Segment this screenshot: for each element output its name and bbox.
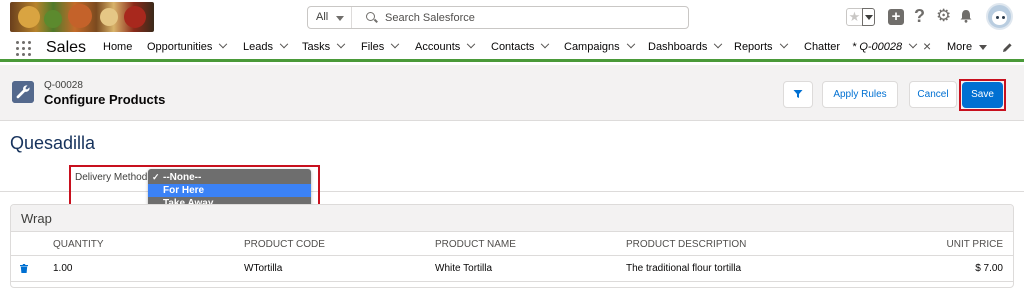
search-input[interactable] [385,7,675,28]
dropdown-option-none[interactable]: ✓ --None-- [148,171,311,184]
chevron-down-icon[interactable] [279,39,289,49]
chevron-down-icon[interactable] [219,39,228,49]
nav-item-contacts[interactable]: Contacts [491,35,550,59]
product-title: Quesadilla [10,133,96,153]
divider [11,281,1013,282]
avatar[interactable] [986,3,1013,30]
help-icon[interactable]: ? [914,6,925,27]
bell-icon[interactable] [959,9,973,23]
cell-product-name: White Tortilla [435,263,493,274]
page-title: Configure Products [44,92,166,107]
nav-more-menu[interactable]: More [947,35,988,59]
column-header-quantity[interactable]: QUANTITY [53,239,104,250]
save-button[interactable]: Save [962,82,1003,108]
nav-item-leads[interactable]: Leads [243,35,289,59]
search-scope-label: All [316,11,329,23]
app-nav-bar: Sales Home Opportunities Leads Tasks Fil… [0,35,1024,62]
nav-item-dashboards[interactable]: Dashboards [648,35,723,59]
cell-quantity[interactable]: 1.00 [53,263,72,274]
global-search: All [307,6,689,29]
nav-item-campaigns[interactable]: Campaigns [564,35,635,59]
app-name: Sales [46,39,87,56]
chevron-down-icon [979,44,988,50]
chevron-down-icon[interactable] [626,39,635,49]
dropdown-option-for-here[interactable]: For Here [148,184,311,197]
app-launcher-icon[interactable] [16,41,31,56]
tab-q-00028[interactable]: * Q-00028 [852,35,918,59]
cell-product-description: The traditional flour tortilla [626,263,742,274]
trash-icon[interactable] [20,264,28,273]
nav-item-reports[interactable]: Reports [734,35,788,59]
chevron-down-icon[interactable] [779,39,788,49]
favorite-star-icon[interactable]: ★ [846,8,863,26]
delivery-method-label: Delivery Method [75,172,148,183]
wrench-icon [12,81,34,103]
column-header-product-code[interactable]: PRODUCT CODE [244,239,325,250]
favorites-list-button[interactable] [862,8,875,26]
column-header-unit-price[interactable]: UNIT PRICE [947,239,1004,250]
filter-icon [793,90,803,99]
column-header-product-name[interactable]: PRODUCT NAME [435,239,516,250]
wrap-card: Wrap QUANTITY PRODUCT CODE PRODUCT NAME … [10,204,1014,288]
global-actions-plus-icon[interactable]: + [888,9,904,25]
record-id: Q-00028 [44,80,83,91]
cell-unit-price: $ 7.00 [975,263,1003,274]
divider [11,255,1013,256]
nav-item-accounts[interactable]: Accounts [415,35,476,59]
page-header: Q-00028 Configure Products Apply Rules C… [0,65,1024,121]
cancel-button[interactable]: Cancel [909,81,957,108]
favorites-group: ★ [846,8,877,26]
chevron-down-icon[interactable] [541,39,550,49]
wrap-title: Wrap [21,211,52,226]
chevron-down-icon[interactable] [467,39,476,49]
search-icon [366,12,375,21]
search-scope-select[interactable]: All [308,7,352,28]
pencil-edit-icon[interactable] [1002,42,1013,53]
chevron-down-icon[interactable] [390,39,400,49]
org-logo[interactable] [10,2,154,32]
close-tab-icon[interactable]: × [923,38,931,54]
global-header: All ★ + ? ⚙ [0,0,1024,35]
nav-item-home[interactable]: Home [103,35,132,59]
nav-item-files[interactable]: Files [361,35,400,59]
chevron-down-icon [336,16,344,21]
nav-item-tasks[interactable]: Tasks [302,35,346,59]
filter-button[interactable] [783,81,813,108]
apply-rules-button[interactable]: Apply Rules [822,81,898,108]
chevron-down-icon[interactable] [908,39,918,49]
nav-item-opportunities[interactable]: Opportunities [147,35,228,59]
column-header-product-description[interactable]: PRODUCT DESCRIPTION [626,239,746,250]
chevron-down-icon[interactable] [714,39,723,49]
gear-icon[interactable]: ⚙ [936,6,951,26]
chevron-down-icon[interactable] [336,39,346,49]
nav-item-chatter[interactable]: Chatter [804,35,840,59]
wrap-card-header: Wrap [11,205,1013,232]
checkmark-icon: ✓ [152,172,160,182]
cell-product-code: WTortilla [244,263,283,274]
